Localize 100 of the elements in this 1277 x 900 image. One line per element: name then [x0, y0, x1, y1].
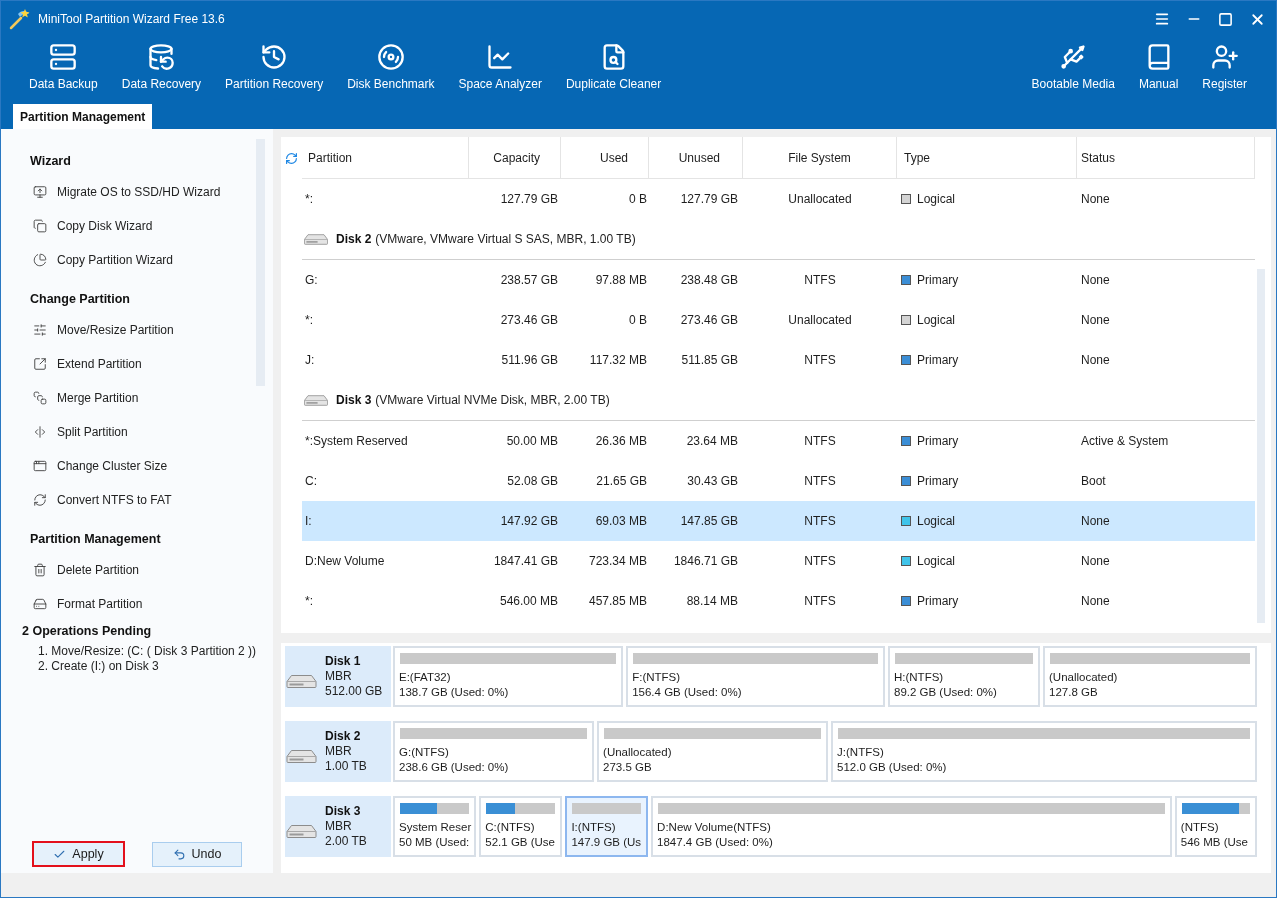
toolbar-button[interactable]: Partition Recovery: [213, 37, 336, 91]
table-cell-text: 723.34 MB: [588, 553, 647, 570]
partition-size: 546 MB (Use: [1179, 835, 1249, 850]
partition-label: G:(NTFS): [398, 745, 449, 760]
refresh-icon[interactable]: [285, 151, 298, 165]
partition-label: D:New Volume(NTFS): [656, 820, 771, 835]
scrollbar-thumb[interactable]: [1257, 269, 1265, 623]
table-cell-text: None: [1081, 272, 1110, 289]
sidebar-item[interactable]: Move/Resize Partition: [33, 313, 174, 347]
table-cell-text: 127.79 GB: [680, 191, 738, 208]
partition-size: 89.2 GB (Used: 0%): [893, 685, 998, 700]
partition-label: J:(NTFS): [836, 745, 884, 760]
line-chart-icon: [486, 43, 515, 71]
table-cell-text: *:System Reserved: [305, 433, 408, 450]
sidebar-item[interactable]: Merge Partition: [33, 381, 139, 415]
sidebar-item[interactable]: Change Cluster Size: [33, 449, 168, 483]
table-cell-text: Boot: [1081, 473, 1106, 490]
partition-block[interactable]: (NTFS) 546 MB (Use: [1174, 796, 1257, 857]
toolbar-button[interactable]: Manual: [1126, 37, 1191, 91]
partition-block[interactable]: (Unallocated) 127.8 GB: [1043, 646, 1257, 707]
stacked-squares-icon: [33, 391, 47, 405]
table-row[interactable]: I: 147.92 GB 69.03 MB 147.85 GB NTFS Logical None: [302, 501, 1255, 541]
table-cell-text: G:: [305, 272, 318, 289]
partition-block[interactable]: E:(FAT32) 138.7 GB (Used: 0%): [393, 646, 624, 707]
partition-block[interactable]: C:(NTFS) 52.1 GB (Use: [479, 796, 563, 857]
table-cell-text: 117.32 MB: [589, 352, 647, 369]
partition-block[interactable]: D:New Volume(NTFS) 1847.4 GB (Used: 0%): [651, 796, 1172, 857]
toolbar-button[interactable]: Bootable Media: [1019, 37, 1127, 91]
table-cell-text: NTFS: [804, 473, 836, 490]
section-heading: Change Partition: [30, 290, 130, 308]
partition-block[interactable]: J:(NTFS) 512.0 GB (Used: 0%): [831, 721, 1257, 782]
disk-info-panel[interactable]: Disk 1 MBR 512.00 GB: [285, 646, 391, 707]
sidebar-item[interactable]: Convert NTFS to FAT: [33, 483, 172, 517]
table-cell-text: Logical: [917, 513, 956, 530]
disk-info-panel[interactable]: Disk 3 MBR 2.00 TB: [285, 796, 391, 857]
column-header[interactable]: Partition: [308, 148, 353, 167]
disk-size: 2.00 TB: [325, 834, 367, 849]
partition-label: C:(NTFS): [484, 820, 535, 835]
table-cell-text: NTFS: [804, 553, 836, 570]
disk-drive-icon: [286, 750, 317, 763]
table-cell-text: None: [1081, 553, 1110, 570]
apply-button[interactable]: Apply: [32, 841, 125, 867]
table-cell-text: 26.36 MB: [595, 433, 647, 450]
column-header[interactable]: Unused: [678, 148, 720, 167]
partition-block[interactable]: (Unallocated) 273.5 GB: [597, 721, 829, 782]
toolbar-button[interactable]: Disk Benchmark: [335, 37, 447, 91]
user-plus-icon: [1210, 43, 1239, 71]
table-cell-text: 511.96 GB: [501, 352, 558, 369]
toolbar-button[interactable]: Data Backup: [17, 37, 110, 91]
sidebar-item[interactable]: Delete Partition: [33, 553, 140, 587]
sidebar-item[interactable]: Copy Partition Wizard: [33, 243, 174, 277]
disk-scheme: MBR: [325, 669, 352, 684]
sidebar-item[interactable]: Split Partition: [33, 415, 128, 449]
partition-block[interactable]: System Reser 50 MB (Used:: [393, 796, 477, 857]
table-cell-text: Logical: [917, 312, 956, 329]
app-logo-icon: [9, 8, 31, 30]
table-cell-text: *:: [305, 312, 313, 329]
table-cell-text: J:: [305, 352, 315, 369]
section-heading: Partition Management: [30, 530, 161, 548]
disk-info-panel[interactable]: Disk 2 MBR 1.00 TB: [285, 721, 391, 782]
table-cell-text: None: [1081, 191, 1110, 208]
partition-label: H:(NTFS): [893, 670, 944, 685]
menu-icon[interactable]: [1154, 11, 1170, 27]
maximize-icon[interactable]: [1218, 11, 1233, 27]
column-header[interactable]: File System: [788, 148, 851, 167]
column-header[interactable]: Status: [1081, 148, 1116, 167]
sidebar-item[interactable]: Migrate OS to SSD/HD Wizard: [33, 175, 221, 209]
toolbar-button[interactable]: Register: [1190, 37, 1259, 91]
table-cell-text: NTFS: [804, 433, 836, 450]
partition-block[interactable]: I:(NTFS) 147.9 GB (Us: [565, 796, 649, 857]
undo-arrow-icon: [172, 847, 186, 861]
table-cell-text: 1847.41 GB: [493, 553, 558, 570]
sidebar-item[interactable]: Copy Disk Wizard: [33, 209, 153, 243]
partition-block[interactable]: H:(NTFS) 89.2 GB (Used: 0%): [888, 646, 1040, 707]
undo-button[interactable]: Undo: [152, 841, 242, 867]
table-cell-text: Logical: [917, 191, 956, 208]
disk-name: Disk 1: [325, 654, 361, 669]
table-cell-text: 97.88 MB: [595, 272, 647, 289]
table-cell-text: 21.65 GB: [596, 473, 647, 490]
table-cell-text: Primary: [917, 433, 959, 450]
partition-block[interactable]: F:(NTFS) 156.4 GB (Used: 0%): [626, 646, 885, 707]
disk-drive-icon: [304, 233, 328, 245]
sidebar-item[interactable]: Format Partition: [33, 587, 143, 621]
tab[interactable]: Partition Management: [13, 104, 153, 129]
table-cell-text: 30.43 GB: [687, 473, 738, 490]
column-header[interactable]: Type: [904, 148, 930, 167]
partition-block[interactable]: G:(NTFS) 238.6 GB (Used: 0%): [393, 721, 595, 782]
table-cell-text: D:New Volume: [305, 553, 385, 570]
trash-icon: [33, 563, 47, 577]
disk-scheme: MBR: [325, 744, 352, 759]
toolbar-button[interactable]: Duplicate Cleaner: [553, 37, 674, 91]
table-cell-text: 457.85 MB: [588, 593, 647, 610]
toolbar-button[interactable]: Data Recovery: [109, 37, 214, 91]
disk-details: (VMware, VMware Virtual S SAS, MBR, 1.00 TB): [375, 231, 636, 248]
sidebar-item[interactable]: Extend Partition: [33, 347, 142, 381]
column-header[interactable]: Capacity: [493, 148, 540, 167]
column-header[interactable]: Used: [600, 148, 628, 167]
table-cell-text: NTFS: [804, 513, 836, 530]
table-cell-text: *:: [305, 593, 313, 610]
toolbar-button[interactable]: Space Analyzer: [446, 37, 554, 91]
